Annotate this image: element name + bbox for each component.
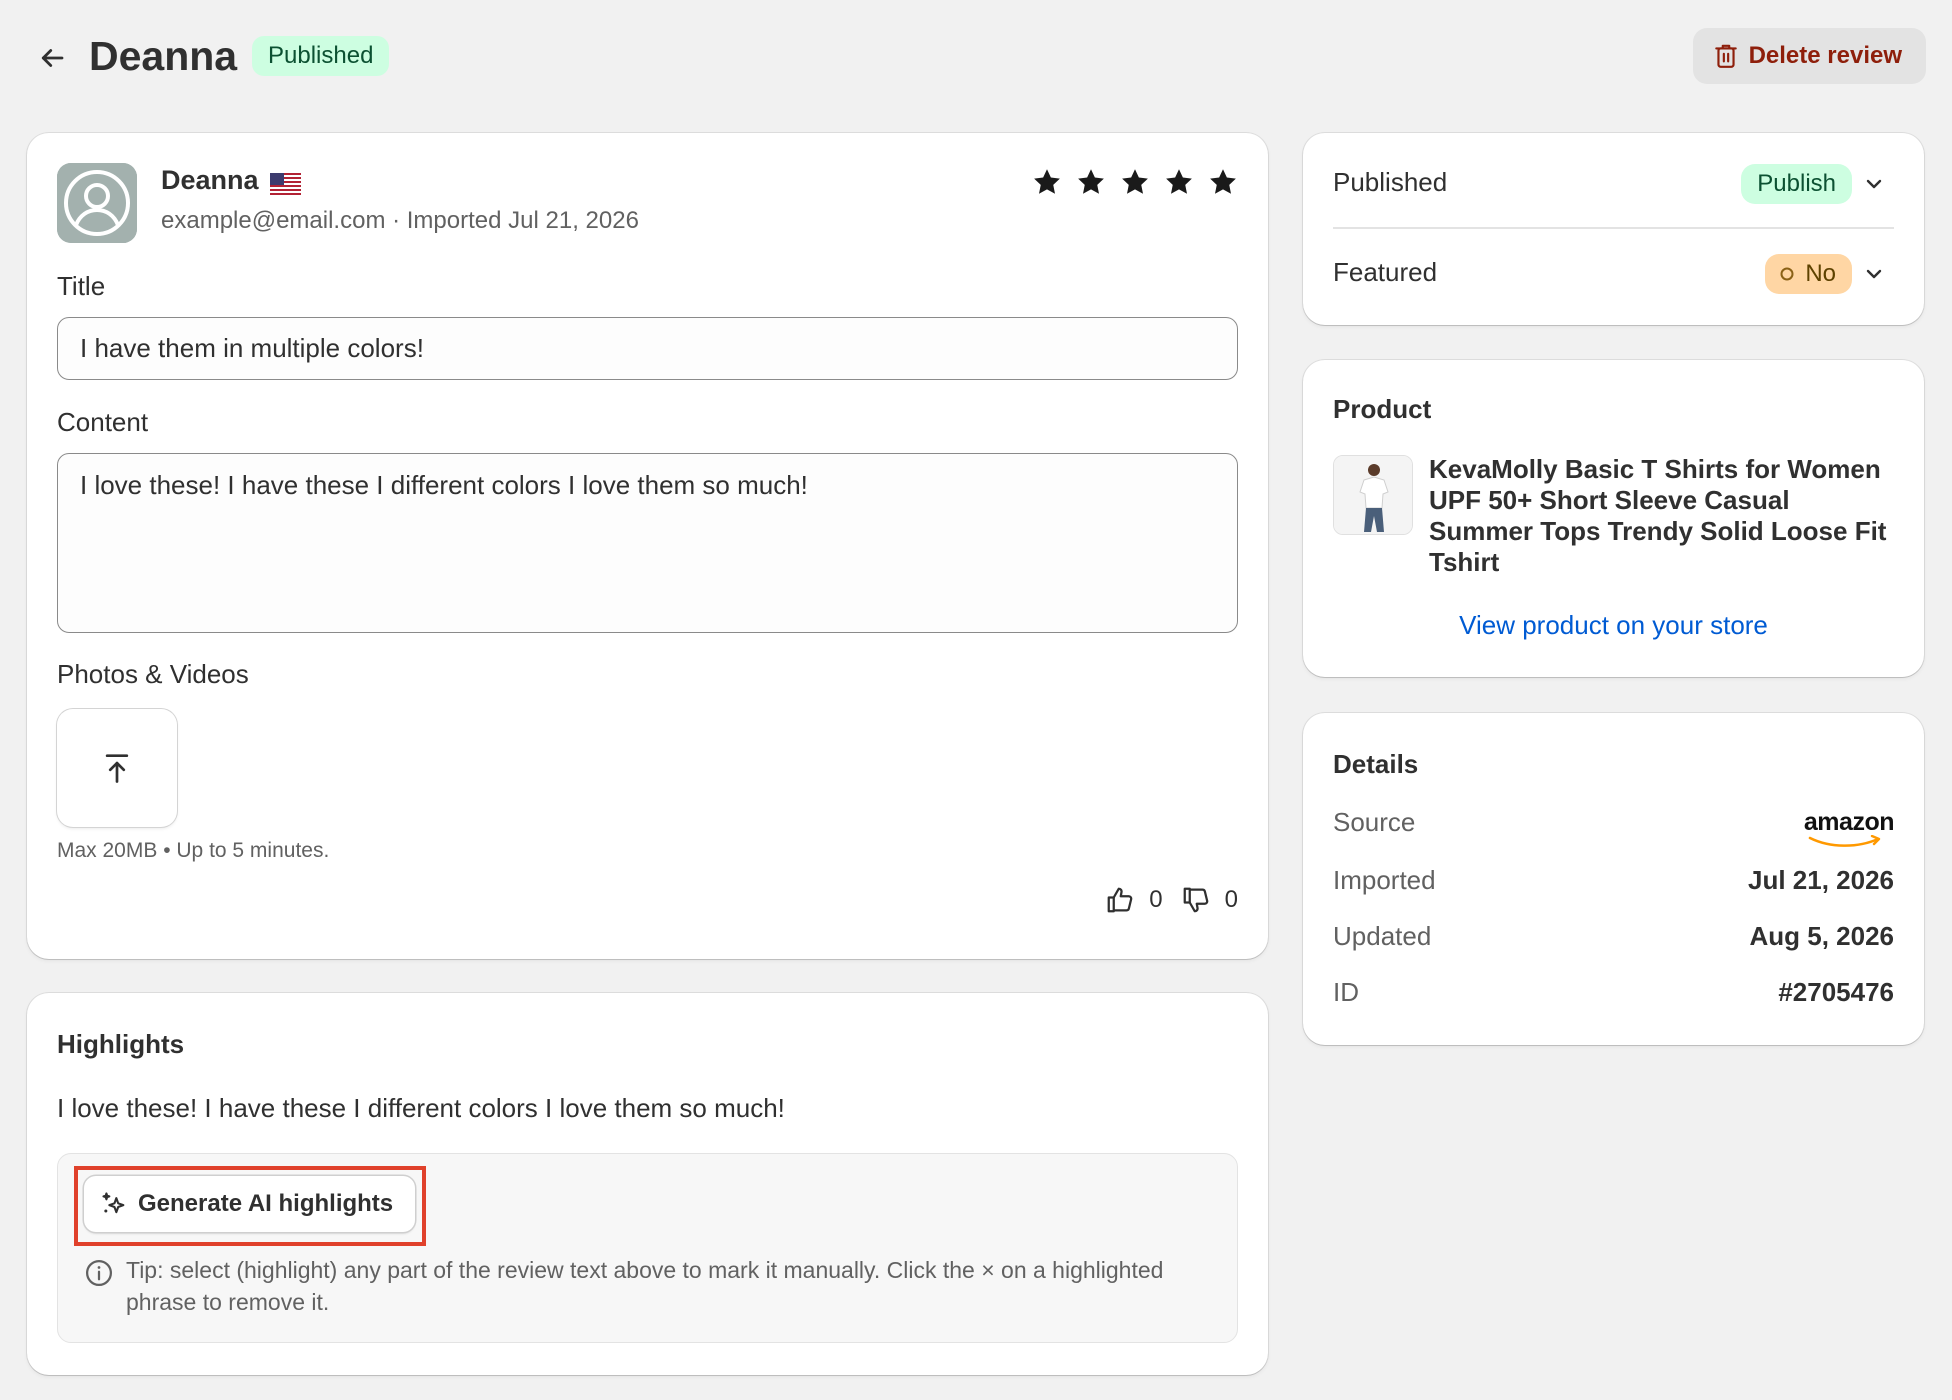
product-heading: Product — [1333, 394, 1432, 424]
amazon-smile-icon — [1808, 835, 1881, 847]
us-flag-icon — [270, 173, 301, 195]
page-header: Deanna Published Delete review — [0, 0, 1952, 112]
amazon-logo-text: amazon — [1803, 808, 1895, 836]
trash-icon — [1714, 44, 1737, 68]
star-icon[interactable] — [1032, 167, 1062, 197]
chevron-down-icon[interactable] — [1862, 262, 1886, 286]
status-card: Published Publish Featured No — [1303, 133, 1924, 325]
imported-value: Jul 21, 2026 — [1748, 865, 1894, 895]
star-icon[interactable] — [1120, 167, 1150, 197]
highlight-text[interactable]: I love these! I have these I different c… — [57, 1093, 785, 1124]
divider — [1333, 227, 1894, 229]
downvote-count: 0 — [1224, 886, 1238, 913]
product-image — [1334, 456, 1412, 534]
thumbs-up-icon — [1107, 887, 1133, 913]
generate-ai-highlights-button[interactable]: Generate AI highlights — [84, 1176, 416, 1232]
media-label: Photos & Videos — [57, 659, 249, 689]
detail-row-updated: Updated Aug 5, 2026 — [1333, 921, 1894, 952]
details-heading: Details — [1333, 749, 1419, 779]
featured-value: No — [1805, 260, 1836, 287]
upvote-count: 0 — [1149, 886, 1163, 913]
thumbs-down-icon — [1183, 887, 1208, 913]
view-product-link[interactable]: View product on your store — [1303, 610, 1924, 641]
page-title: Deanna — [89, 33, 238, 79]
amazon-logo: amazon — [1803, 808, 1895, 847]
product-card: Product KevaMolly Basic T Shirts for Wom… — [1303, 360, 1924, 677]
source-label: Source — [1333, 807, 1416, 837]
id-value: #2705476 — [1778, 977, 1894, 1007]
detail-row-imported: Imported Jul 21, 2026 — [1333, 865, 1894, 896]
highlights-heading: Highlights — [57, 1029, 185, 1059]
content-label: Content — [57, 407, 149, 437]
upload-media-button[interactable] — [57, 709, 177, 827]
review-card: Deanna example@email.com · Imported Jul … — [27, 133, 1268, 959]
published-label: Published — [1333, 167, 1448, 197]
info-icon — [86, 1260, 112, 1286]
detail-row-source: Source amazon — [1333, 807, 1895, 847]
reviewer-meta: example@email.com · Imported Jul 21, 202… — [161, 207, 639, 234]
title-label: Title — [57, 271, 106, 301]
avatar — [57, 163, 137, 243]
upload-hint: Max 20MB • Up to 5 minutes. — [57, 839, 330, 862]
star-rating[interactable] — [1032, 167, 1238, 197]
star-icon[interactable] — [1076, 167, 1106, 197]
detail-row-id: ID #2705476 — [1333, 977, 1894, 1008]
publish-status-badge[interactable]: Publish — [1741, 164, 1852, 204]
reviewer-name: Deanna — [161, 165, 259, 195]
arrow-left-icon — [41, 49, 64, 67]
tip-text: Tip: select (highlight) any part of the … — [126, 1257, 1164, 1315]
sparkle-icon — [102, 1192, 125, 1214]
imported-label: Imported — [1333, 865, 1436, 895]
featured-label: Featured — [1333, 257, 1438, 287]
updated-label: Updated — [1333, 921, 1432, 951]
status-badge: Published — [252, 36, 390, 76]
title-input[interactable] — [57, 317, 1238, 380]
generate-ai-highlights-label: Generate AI highlights — [138, 1190, 394, 1217]
updated-value: Aug 5, 2026 — [1749, 921, 1894, 951]
upvote-button[interactable]: 0 — [1105, 885, 1163, 915]
back-button[interactable] — [30, 36, 74, 80]
highlights-card: Highlights I love these! I have these I … — [27, 993, 1268, 1375]
product-thumbnail — [1333, 455, 1413, 535]
star-icon[interactable] — [1164, 167, 1194, 197]
downvote-button[interactable]: 0 — [1181, 885, 1238, 915]
product-name: KevaMolly Basic T Shirts for Women UPF 5… — [1429, 454, 1887, 577]
chevron-down-icon[interactable] — [1862, 172, 1886, 196]
content-textarea[interactable]: I love these! I have these I different c… — [57, 453, 1238, 633]
delete-review-button[interactable]: Delete review — [1692, 28, 1926, 84]
upload-icon — [105, 754, 129, 783]
featured-status-badge[interactable]: No — [1765, 254, 1852, 294]
vote-counts: 0 0 — [1105, 885, 1238, 915]
details-card: Details Source amazon Imported Jul 21, 2… — [1303, 713, 1924, 1045]
star-icon[interactable] — [1208, 167, 1238, 197]
tip-text-row: Tip: select (highlight) any part of the … — [84, 1254, 1204, 1318]
ai-highlights-panel: Generate AI highlights Tip: select (high… — [57, 1153, 1238, 1343]
user-avatar-icon — [57, 163, 137, 243]
circle-outline-icon — [1780, 267, 1794, 281]
delete-review-label: Delete review — [1748, 42, 1902, 69]
id-label: ID — [1333, 977, 1359, 1007]
